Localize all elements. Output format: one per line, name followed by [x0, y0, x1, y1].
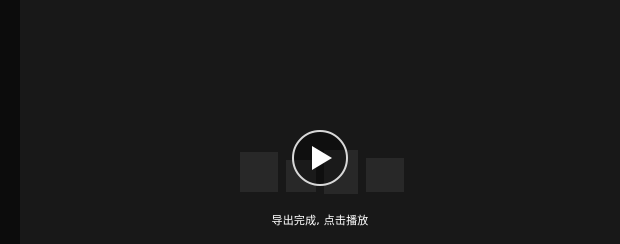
- screen: 导出完成, 点击播放: [0, 0, 620, 244]
- play-icon: [312, 146, 332, 170]
- play-button[interactable]: [292, 130, 348, 186]
- export-complete-message: 导出完成, 点击播放: [271, 214, 369, 227]
- video-preview[interactable]: 导出完成, 点击播放: [20, 0, 620, 244]
